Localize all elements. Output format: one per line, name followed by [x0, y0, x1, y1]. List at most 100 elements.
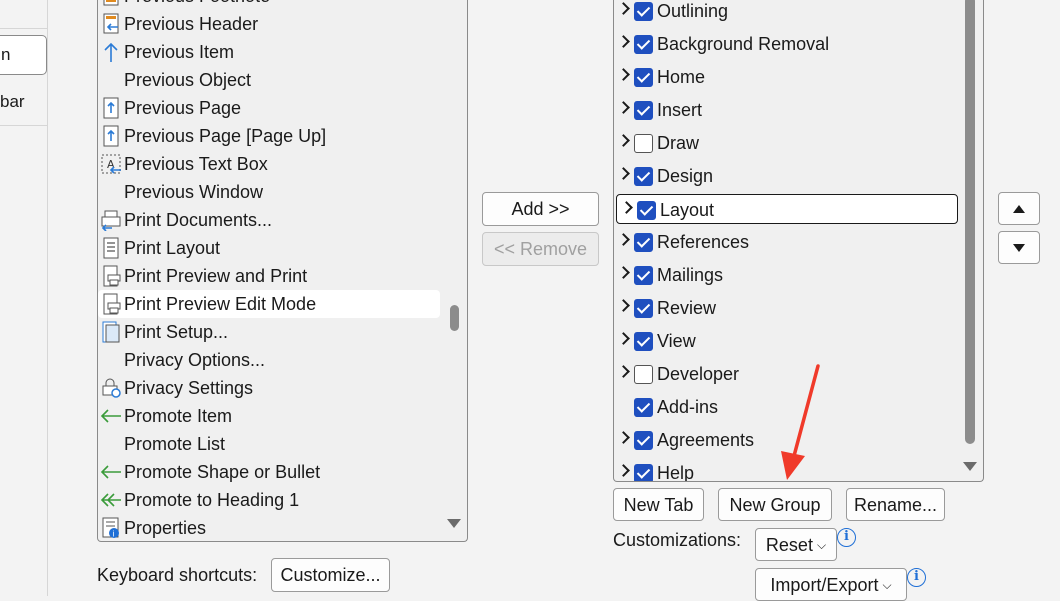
tab-checkbox[interactable] — [634, 299, 653, 318]
tab-checkbox[interactable] — [634, 2, 653, 21]
chevron-right-icon[interactable] — [617, 101, 630, 114]
ribbon-tab-item[interactable]: Mailings — [614, 260, 962, 290]
command-list-item[interactable]: Privacy Options... — [98, 346, 440, 374]
tab-checkbox[interactable] — [637, 201, 656, 220]
command-list-item[interactable]: Previous Footnote — [98, 0, 440, 10]
command-list-item[interactable]: Print Setup... — [98, 318, 440, 346]
ribbon-tab-item[interactable]: Add-ins — [614, 392, 962, 422]
command-list-item[interactable]: Promote to Heading 1 — [98, 486, 440, 514]
ribbon-tab-item[interactable]: Developer — [614, 359, 962, 389]
chevron-right-icon[interactable] — [617, 134, 630, 147]
command-label: Properties — [124, 518, 207, 538]
tab-checkbox[interactable] — [634, 365, 653, 384]
chevron-right-icon[interactable] — [617, 332, 630, 345]
chevron-right-icon[interactable] — [617, 365, 630, 378]
command-label: Previous Footnote — [124, 0, 270, 10]
tab-checkbox[interactable] — [634, 332, 653, 351]
ribbon-tab-item[interactable]: Help — [614, 458, 962, 481]
command-list-item[interactable]: Previous Page — [98, 94, 440, 122]
add-button[interactable]: Add >> — [482, 192, 599, 226]
chevron-right-icon[interactable] — [617, 233, 630, 246]
chevron-right-icon[interactable] — [620, 201, 633, 214]
chevron-right-icon[interactable] — [617, 68, 630, 81]
chevron-right-icon[interactable] — [617, 2, 630, 15]
nav-item-selected[interactable]: n — [0, 35, 47, 75]
command-list-item[interactable]: Previous Window — [98, 178, 440, 206]
tab-checkbox[interactable] — [634, 266, 653, 285]
move-down-button[interactable] — [998, 231, 1040, 264]
previous-header-icon — [100, 13, 122, 35]
chevron-right-icon[interactable] — [617, 464, 630, 477]
ribbon-tab-item[interactable]: Insert — [614, 95, 962, 125]
triangle-up-icon — [1013, 205, 1025, 213]
command-label: Previous Window — [124, 182, 264, 202]
command-label: Print Preview Edit Mode — [124, 294, 317, 314]
ribbon-tab-item[interactable]: Review — [614, 293, 962, 323]
tab-checkbox[interactable] — [634, 35, 653, 54]
ribbon-scroll-down-arrow[interactable] — [963, 462, 977, 471]
commands-scrollbar-thumb[interactable] — [450, 305, 459, 331]
command-list-item[interactable]: Promote Item — [98, 402, 440, 430]
ribbon-tab-label: Agreements — [657, 430, 755, 450]
tab-checkbox[interactable] — [634, 233, 653, 252]
tab-checkbox[interactable] — [634, 167, 653, 186]
command-list-item[interactable]: Promote Shape or Bullet — [98, 458, 440, 486]
command-list-item[interactable]: Privacy Settings — [98, 374, 440, 402]
command-list-item[interactable]: i Properties — [98, 514, 440, 541]
tab-checkbox[interactable] — [634, 431, 653, 450]
ribbon-tab-item[interactable]: Outlining — [614, 0, 962, 26]
tab-checkbox[interactable] — [634, 134, 653, 153]
chevron-right-icon[interactable] — [617, 266, 630, 279]
ribbon-tab-item[interactable]: Draw — [614, 128, 962, 158]
command-list-item[interactable]: Print Layout — [98, 234, 440, 262]
chevron-right-icon[interactable] — [617, 299, 630, 312]
info-icon[interactable]: i — [837, 528, 856, 547]
commands-scroll-down-arrow[interactable] — [447, 519, 461, 528]
new-group-button[interactable]: New Group — [718, 488, 832, 521]
chevron-right-icon[interactable] — [617, 167, 630, 180]
ribbon-tab-item[interactable]: View — [614, 326, 962, 356]
new-group-button-label: New Group — [729, 495, 821, 515]
reset-button-label: Reset — [765, 535, 813, 555]
new-tab-button[interactable]: New Tab — [613, 488, 704, 521]
chevron-right-icon[interactable] — [617, 35, 630, 48]
move-up-button[interactable] — [998, 192, 1040, 225]
tab-checkbox[interactable] — [634, 101, 653, 120]
command-list-item[interactable]: Print Documents... — [98, 206, 440, 234]
command-list-item[interactable]: Previous Item — [98, 38, 440, 66]
tab-checkbox[interactable] — [634, 68, 653, 87]
command-list-item[interactable]: Print Preview Edit Mode — [98, 290, 440, 318]
command-list-item[interactable]: Promote List — [98, 430, 440, 458]
chevron-right-icon[interactable] — [617, 431, 630, 444]
ribbon-scrollbar-thumb[interactable] — [965, 0, 975, 444]
command-list-item[interactable]: Previous Object — [98, 66, 440, 94]
tab-checkbox[interactable] — [634, 398, 653, 417]
command-list-item[interactable]: Print Preview and Print — [98, 262, 440, 290]
info-icon[interactable]: i — [907, 568, 926, 587]
nav-item-toolbar[interactable]: bar — [0, 92, 25, 112]
commands-list[interactable]: Previous Footnote Previous Header Previous… — [97, 0, 468, 542]
print-layout-icon — [100, 237, 122, 259]
customize-button[interactable]: Customize... — [271, 558, 390, 592]
command-label: Print Preview and Print — [124, 266, 308, 286]
command-list-item[interactable]: Previous Header — [98, 10, 440, 38]
ribbon-tab-item[interactable]: Layout — [616, 194, 958, 224]
reset-dropdown-button[interactable]: Reset ⌵ — [755, 528, 837, 561]
rename-button[interactable]: Rename... — [846, 488, 945, 521]
ribbon-tab-label: References — [657, 232, 750, 252]
import-export-dropdown-button[interactable]: Import/Export ⌵ — [755, 568, 907, 601]
remove-button[interactable]: << Remove — [482, 232, 599, 266]
ribbon-tab-item[interactable]: Agreements — [614, 425, 962, 455]
ribbon-tab-item[interactable]: Design — [614, 161, 962, 191]
command-list-item[interactable]: A Previous Text Box — [98, 150, 440, 178]
ribbon-tab-label: Outlining — [657, 1, 729, 21]
command-list-item[interactable]: Previous Page [Page Up] — [98, 122, 440, 150]
print-preview-icon — [100, 293, 122, 315]
ribbon-tabs-tree[interactable]: Outlining Background Removal Home Insert Dra… — [613, 0, 984, 482]
tab-checkbox[interactable] — [634, 464, 653, 481]
ribbon-tab-item[interactable]: Home — [614, 62, 962, 92]
ribbon-tab-item[interactable]: Background Removal — [614, 29, 962, 59]
ribbon-tab-item[interactable]: References — [614, 227, 962, 257]
properties-icon: i — [100, 517, 122, 539]
arrow-left-icon — [100, 405, 122, 427]
